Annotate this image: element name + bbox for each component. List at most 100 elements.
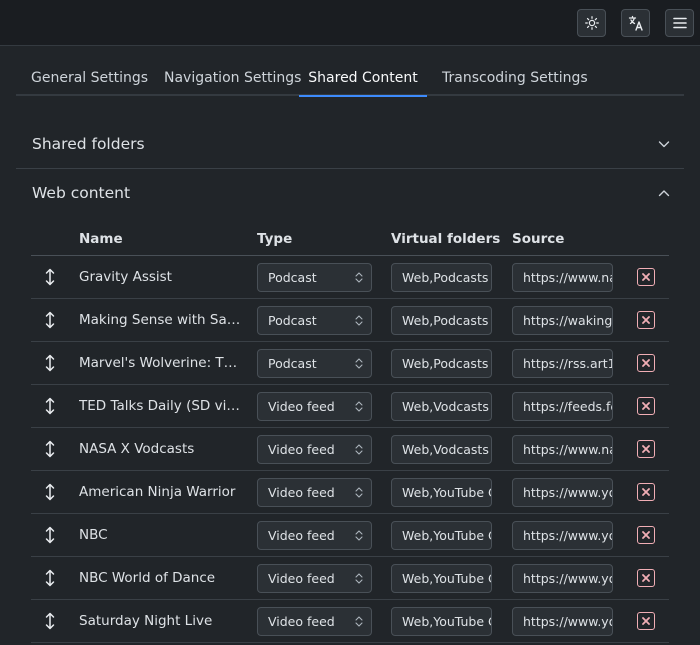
type-select[interactable]: Video feed <box>257 435 372 464</box>
drag-handle-icon[interactable] <box>44 268 56 286</box>
delete-row-button[interactable] <box>637 440 655 458</box>
table-row: NASA X Vodcasts Video feed Web,Vodcasts htt… <box>31 428 669 471</box>
drag-handle-icon[interactable] <box>44 569 56 587</box>
drag-handle-icon[interactable] <box>44 354 56 372</box>
virtual-folders-input[interactable]: Web,YouTube C <box>391 607 492 636</box>
type-select[interactable]: Video feed <box>257 521 372 550</box>
sun-icon <box>584 16 599 30</box>
theme-toggle-button[interactable] <box>577 9 606 37</box>
source-value: https://wakingu <box>523 313 613 328</box>
table-row: NBC Video feed Web,YouTube C https://www.yo <box>31 514 669 557</box>
chevron-up-icon <box>658 190 670 197</box>
source-input[interactable]: https://www.yo <box>512 564 613 593</box>
virtual-folders-input[interactable]: Web,Podcasts <box>391 263 492 292</box>
row-name: Making Sense with Sam Harris <box>79 312 241 328</box>
table-row: NBC World of Dance Video feed Web,YouTube … <box>31 557 669 600</box>
drag-handle-icon[interactable] <box>44 440 56 458</box>
settings-tabs: General Settings Navigation Settings Sha… <box>16 60 684 97</box>
tab-shared-content[interactable]: Shared Content <box>299 60 427 97</box>
delete-row-button[interactable] <box>637 311 655 329</box>
web-content-header[interactable]: Web content <box>16 168 684 218</box>
table-row: TED Talks Daily (SD video) Video feed Web,… <box>31 385 669 428</box>
select-caret-icon <box>355 573 363 584</box>
source-value: https://www.yo <box>523 571 613 586</box>
select-caret-icon <box>355 616 363 627</box>
source-input[interactable]: https://www.yo <box>512 607 613 636</box>
type-select[interactable]: Video feed <box>257 392 372 421</box>
close-icon <box>642 359 650 367</box>
virtual-folders-value: Web,Vodcasts <box>402 399 489 414</box>
type-select-value: Podcast <box>268 270 317 285</box>
select-caret-icon <box>355 272 363 283</box>
row-name: Gravity Assist <box>79 269 172 285</box>
select-caret-icon <box>355 358 363 369</box>
drag-handle-icon[interactable] <box>44 612 56 630</box>
hamburger-icon <box>672 17 687 29</box>
virtual-folders-input[interactable]: Web,YouTube C <box>391 564 492 593</box>
type-select-value: Video feed <box>268 442 335 457</box>
select-caret-icon <box>355 401 363 412</box>
column-header-source[interactable]: Source <box>512 222 564 256</box>
virtual-folders-value: Web,Podcasts <box>402 313 489 328</box>
column-header-virtual-folders[interactable]: Virtual folders <box>391 222 500 256</box>
type-select[interactable]: Video feed <box>257 607 372 636</box>
drag-handle-icon[interactable] <box>44 526 56 544</box>
tab-navigation-settings[interactable]: Navigation Settings <box>164 60 301 96</box>
virtual-folders-value: Web,YouTube C <box>402 485 492 500</box>
type-select[interactable]: Video feed <box>257 478 372 507</box>
type-select-value: Video feed <box>268 571 335 586</box>
select-caret-icon <box>355 444 363 455</box>
type-select[interactable]: Podcast <box>257 349 372 378</box>
virtual-folders-input[interactable]: Web,YouTube C <box>391 478 492 507</box>
virtual-folders-value: Web,Podcasts <box>402 270 489 285</box>
column-header-type[interactable]: Type <box>257 222 292 256</box>
type-select-value: Video feed <box>268 528 335 543</box>
source-input[interactable]: https://wakingu <box>512 306 613 335</box>
source-input[interactable]: https://feeds.fe <box>512 392 613 421</box>
tab-transcoding-settings[interactable]: Transcoding Settings <box>442 60 588 96</box>
delete-row-button[interactable] <box>637 397 655 415</box>
virtual-folders-value: Web,Vodcasts <box>402 442 489 457</box>
virtual-folders-input[interactable]: Web,Podcasts <box>391 306 492 335</box>
drag-handle-icon[interactable] <box>44 397 56 415</box>
menu-button[interactable] <box>665 9 694 37</box>
virtual-folders-value: Web,YouTube C <box>402 528 492 543</box>
row-name: American Ninja Warrior <box>79 484 236 500</box>
row-name: NASA X Vodcasts <box>79 441 195 457</box>
delete-row-button[interactable] <box>637 526 655 544</box>
delete-row-button[interactable] <box>637 569 655 587</box>
delete-row-button[interactable] <box>637 268 655 286</box>
delete-row-button[interactable] <box>637 612 655 630</box>
delete-row-button[interactable] <box>637 354 655 372</box>
source-input[interactable]: https://www.yo <box>512 478 613 507</box>
source-input[interactable]: https://rss.art19 <box>512 349 613 378</box>
type-select-value: Video feed <box>268 614 335 629</box>
source-value: https://www.na <box>523 442 613 457</box>
type-select-value: Video feed <box>268 485 335 500</box>
close-icon <box>642 402 650 410</box>
source-input[interactable]: https://www.na <box>512 263 613 292</box>
source-input[interactable]: https://www.yo <box>512 521 613 550</box>
drag-handle-icon[interactable] <box>44 483 56 501</box>
virtual-folders-input[interactable]: Web,Vodcasts <box>391 392 492 421</box>
virtual-folders-input[interactable]: Web,Podcasts <box>391 349 492 378</box>
type-select[interactable]: Video feed <box>257 564 372 593</box>
language-button[interactable] <box>621 9 650 37</box>
delete-row-button[interactable] <box>637 483 655 501</box>
chevron-down-icon <box>658 141 670 148</box>
source-input[interactable]: https://www.na <box>512 435 613 464</box>
shared-folders-header[interactable]: Shared folders <box>16 119 684 169</box>
type-select-value: Video feed <box>268 399 335 414</box>
type-select[interactable]: Podcast <box>257 263 372 292</box>
type-select-value: Podcast <box>268 356 317 371</box>
tab-general-settings[interactable]: General Settings <box>31 60 148 96</box>
column-header-name[interactable]: Name <box>79 222 123 256</box>
close-icon <box>642 531 650 539</box>
table-row: Marvel's Wolverine: The Long Night Podcas… <box>31 342 669 385</box>
source-value: https://www.yo <box>523 528 613 543</box>
type-select[interactable]: Podcast <box>257 306 372 335</box>
virtual-folders-input[interactable]: Web,Vodcasts <box>391 435 492 464</box>
virtual-folders-input[interactable]: Web,YouTube C <box>391 521 492 550</box>
row-name: Saturday Night Live <box>79 613 213 629</box>
drag-handle-icon[interactable] <box>44 311 56 329</box>
